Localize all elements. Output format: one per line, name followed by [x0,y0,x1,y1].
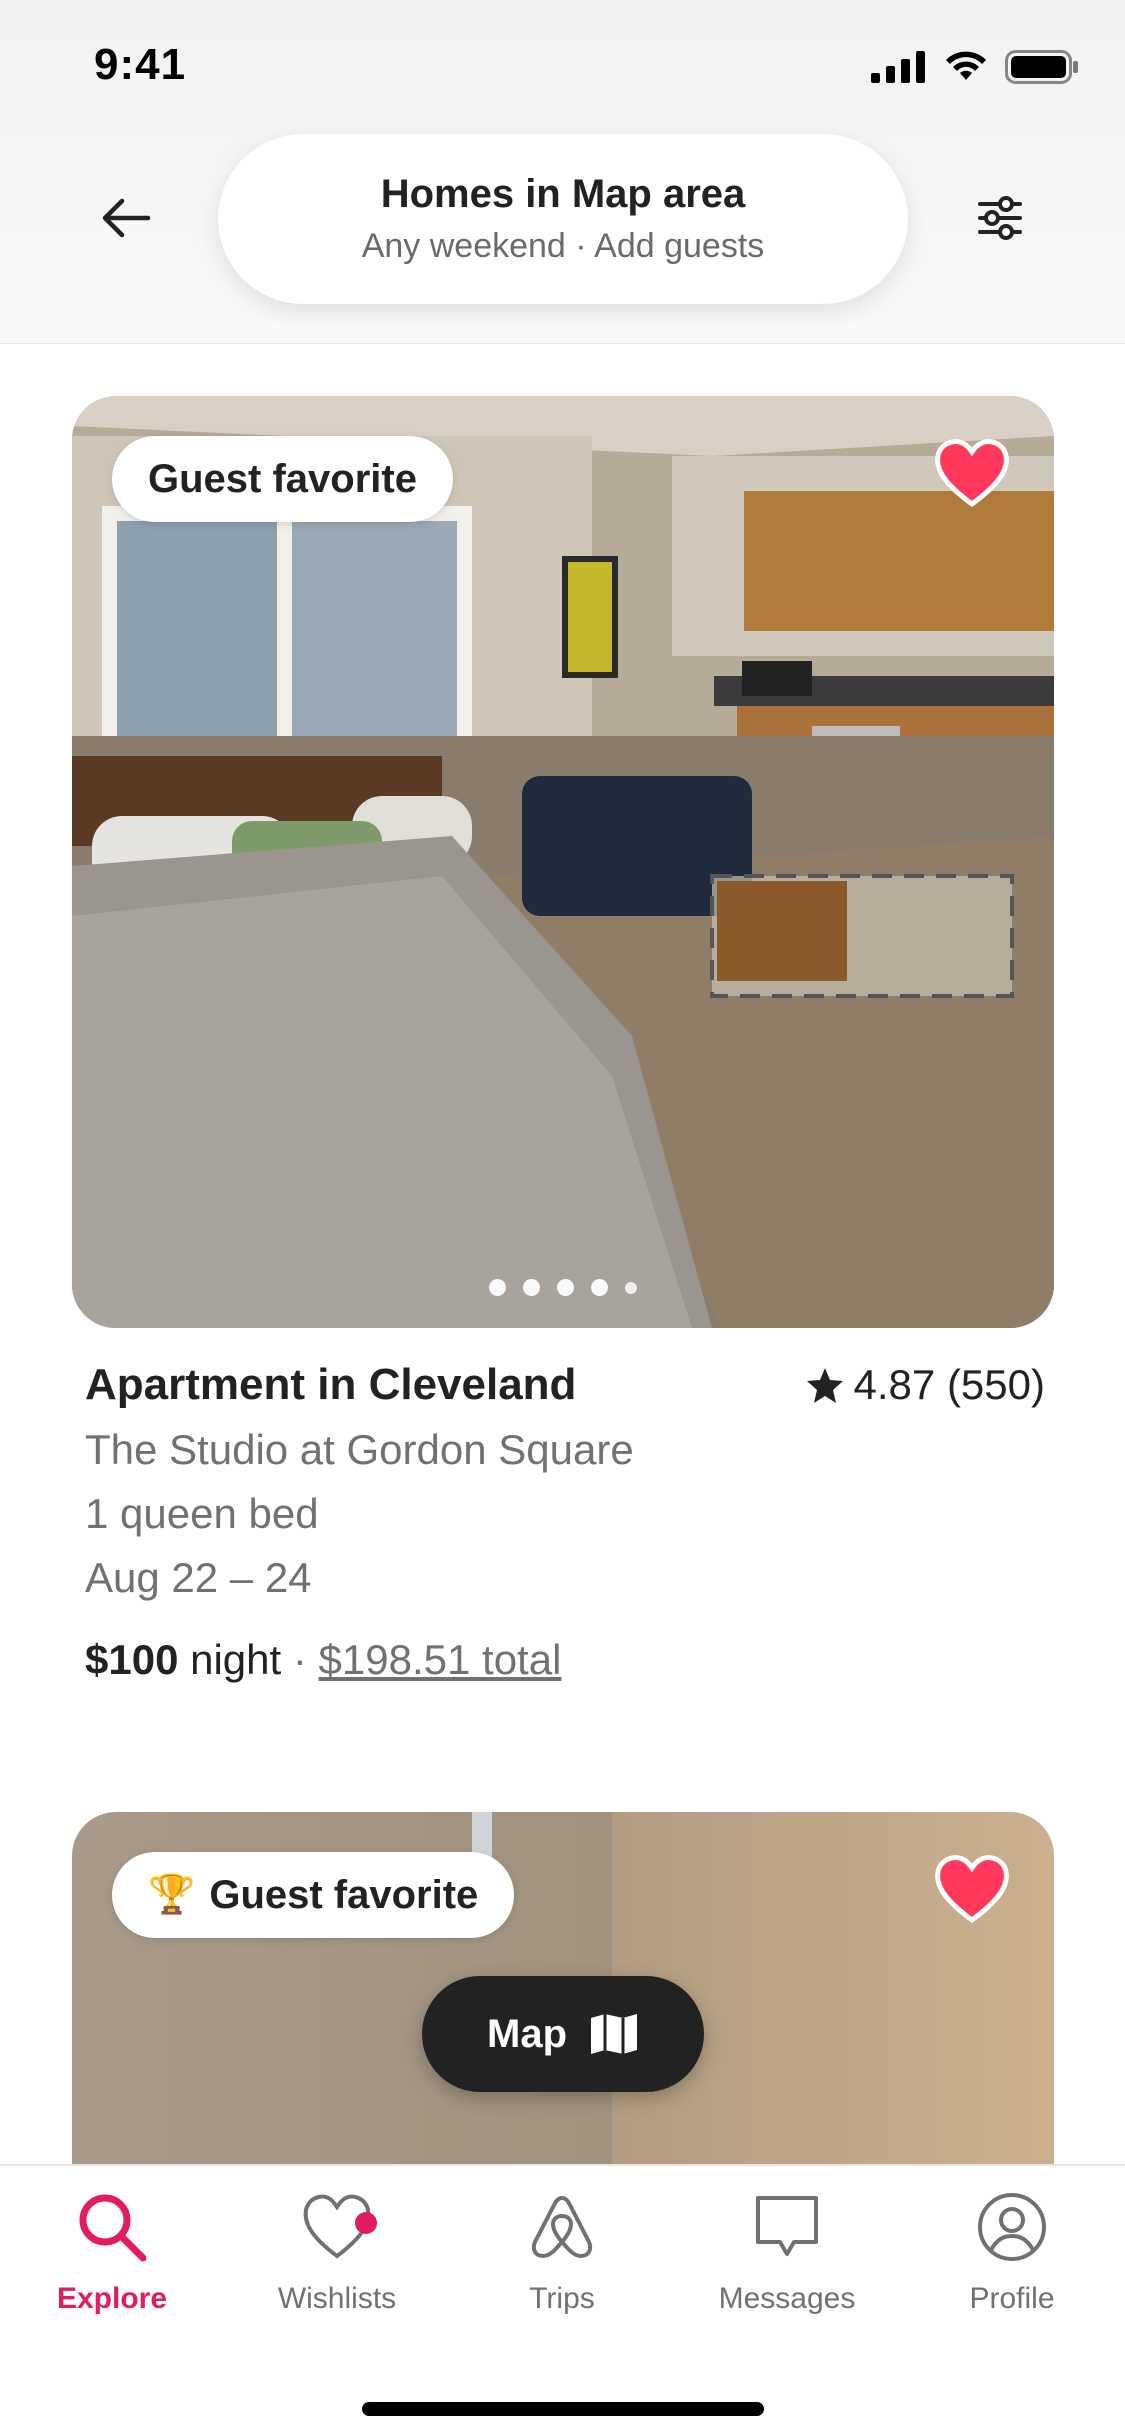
search-icon [79,2194,147,2262]
listing-title-row: Apartment in Cleveland 4.87 (550) [85,1360,1045,1410]
profile-icon [978,2193,1046,2261]
tab-trips[interactable]: Trips [462,2190,662,2316]
battery-icon [1005,50,1078,84]
tab-wishlists[interactable]: Wishlists [237,2190,437,2316]
search-subtitle: Any weekend · Add guests [361,227,765,265]
wifi-icon [946,51,986,80]
badge-label: Guest favorite [209,1872,479,1917]
map-button-label: Map [487,2011,567,2056]
pager-dot [557,1279,574,1296]
pager-dot [625,1282,637,1294]
home-indicator[interactable] [362,2402,764,2416]
tab-label: Wishlists [277,2282,397,2315]
guest-favorite-badge: 🏆 Guest favorite [112,1852,515,1938]
star-icon [806,1368,843,1403]
arrow-left-icon [102,198,151,238]
listing-price: $100 night · $198.51 total [85,1636,1045,1684]
heart-icon[interactable] [934,1854,1010,1924]
tab-label: Profile [969,2282,1055,2315]
status-time: 9:41 [94,40,187,89]
badge-label: Guest favorite [148,456,417,501]
sliders-icon [978,196,1022,240]
search-title: Homes in Map area [380,172,746,216]
map-icon [591,2014,637,2054]
price-amount: $100 [85,1636,179,1683]
guest-favorite-badge: Guest favorite [112,436,453,522]
listing-rating: 4.87 (550) [806,1361,1045,1409]
tab-label: Explore [56,2282,168,2315]
back-button[interactable] [88,180,164,256]
map-button[interactable]: Map [422,1976,704,2092]
cellular-signal-icon [871,51,925,83]
rating-value: 4.87 (550) [853,1361,1045,1408]
status-icons [871,50,1079,84]
price-total-link[interactable]: $198.51 total [319,1636,562,1683]
tab-messages[interactable]: Messages [687,2190,887,2316]
tab-bar: Explore Wishlists Trips Messages Profile [0,2164,1125,2436]
search-pill[interactable]: Homes in Map area Any weekend · Add gues… [218,134,908,304]
listing-beds: 1 queen bed [85,1490,319,1537]
filter-button[interactable] [962,180,1038,256]
price-separator: · [292,1636,307,1683]
tab-explore[interactable]: Explore [12,2190,212,2316]
listing-info[interactable]: Apartment in Cleveland 4.87 (550) The St… [85,1360,1045,1684]
airbnb-logo-icon [531,2196,593,2258]
listing-photo[interactable]: Guest favorite [72,396,1054,1328]
tab-label: Messages [718,2282,856,2315]
price-unit: night [190,1636,282,1683]
pager-dot [523,1279,540,1296]
photo-pager [72,1279,1054,1296]
heart-icon[interactable] [934,438,1010,508]
header: 9:41 Homes in Map area Any weekend · Add… [0,0,1125,344]
pager-dot [591,1279,608,1296]
tab-profile[interactable]: Profile [912,2190,1112,2316]
listing-dates: Aug 22 – 24 [85,1554,312,1601]
pager-dot-active [489,1279,506,1296]
trophy-icon: 🏆 [148,1874,196,1916]
notification-dot [355,2212,377,2234]
status-bar: 9:41 [0,0,1125,132]
message-icon [756,2196,818,2256]
listing-subtitle: The Studio at Gordon Square [85,1426,634,1473]
tab-label: Trips [529,2282,595,2315]
listing-title: Apartment in Cleveland [85,1360,577,1409]
room-photo [72,396,1054,1328]
